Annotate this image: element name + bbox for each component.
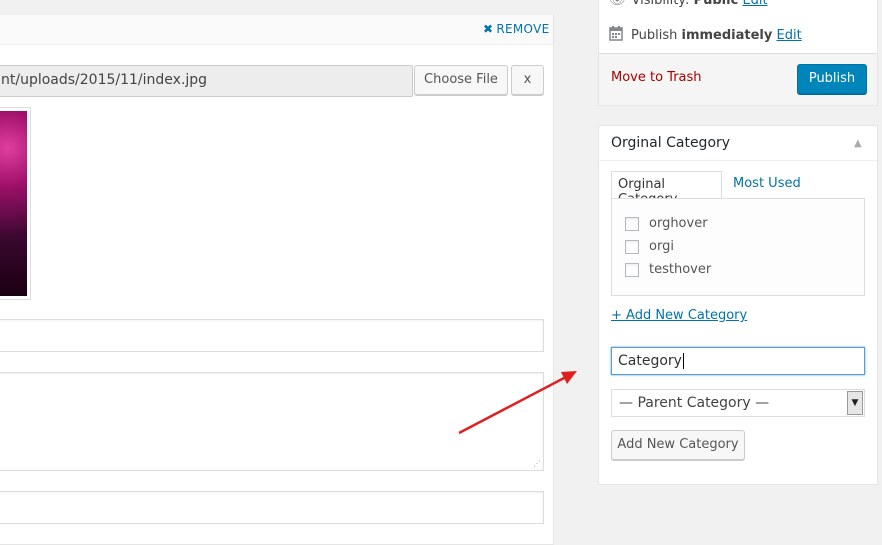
category-label: testhover xyxy=(649,262,712,277)
new-category-value: Category xyxy=(618,353,682,369)
parent-category-select[interactable]: — Parent Category — xyxy=(611,389,865,417)
remove-label: REMOVE xyxy=(496,22,550,36)
new-category-input[interactable]: Category xyxy=(611,347,865,375)
dropdown-arrow-icon[interactable]: ▼ xyxy=(847,391,863,415)
publish-label: Publish xyxy=(631,28,678,43)
visibility-label: Visibility: xyxy=(631,0,690,8)
clear-file-button[interactable]: x xyxy=(511,65,544,95)
text-field[interactable] xyxy=(0,491,544,524)
publish-button[interactable]: Publish xyxy=(797,64,867,94)
category-label: orgi xyxy=(649,239,674,254)
category-item[interactable]: testhover xyxy=(625,262,711,277)
file-path-field[interactable]: nt/uploads/2015/11/index.jpg xyxy=(0,65,413,97)
collapse-arrow-icon[interactable]: ▲ xyxy=(854,138,862,149)
category-box-title: Orginal Category xyxy=(611,135,731,151)
category-checkbox[interactable] xyxy=(625,262,639,277)
thumbnail-image xyxy=(0,111,27,296)
publish-time-row: Publish immediately Edit xyxy=(609,26,802,43)
visibility-row: 👁 Visibility: Public Edit xyxy=(609,0,768,8)
tab-most-used[interactable]: Most Used xyxy=(733,176,801,191)
visibility-edit-link[interactable]: Edit xyxy=(742,0,767,8)
close-icon: ✖ xyxy=(483,22,494,36)
calendar-icon xyxy=(609,26,623,41)
add-new-category-button[interactable]: Add New Category xyxy=(611,430,745,460)
eye-icon: 👁 xyxy=(609,0,626,8)
move-to-trash-link[interactable]: Move to Trash xyxy=(611,70,702,85)
text-field[interactable] xyxy=(0,319,544,352)
category-checkbox[interactable] xyxy=(625,239,639,254)
category-label: orghover xyxy=(649,216,708,231)
remove-link[interactable]: ✖ REMOVE xyxy=(483,22,549,36)
category-item[interactable]: orgi xyxy=(625,239,674,254)
panel-header xyxy=(0,15,553,45)
visibility-value: Public xyxy=(693,0,739,8)
tab-all-categories[interactable]: Orginal Category xyxy=(611,171,722,207)
category-item[interactable]: orghover xyxy=(625,216,708,231)
textarea-field[interactable] xyxy=(0,372,544,471)
category-checkbox[interactable] xyxy=(625,216,639,231)
add-new-category-link[interactable]: + Add New Category xyxy=(611,308,747,323)
image-thumbnail xyxy=(0,107,31,300)
choose-file-button[interactable]: Choose File xyxy=(414,65,508,95)
resize-handle-icon[interactable]: ⋰ xyxy=(533,460,541,468)
divider xyxy=(599,160,877,161)
publish-value: immediately xyxy=(681,28,773,43)
publish-edit-link[interactable]: Edit xyxy=(777,28,802,43)
